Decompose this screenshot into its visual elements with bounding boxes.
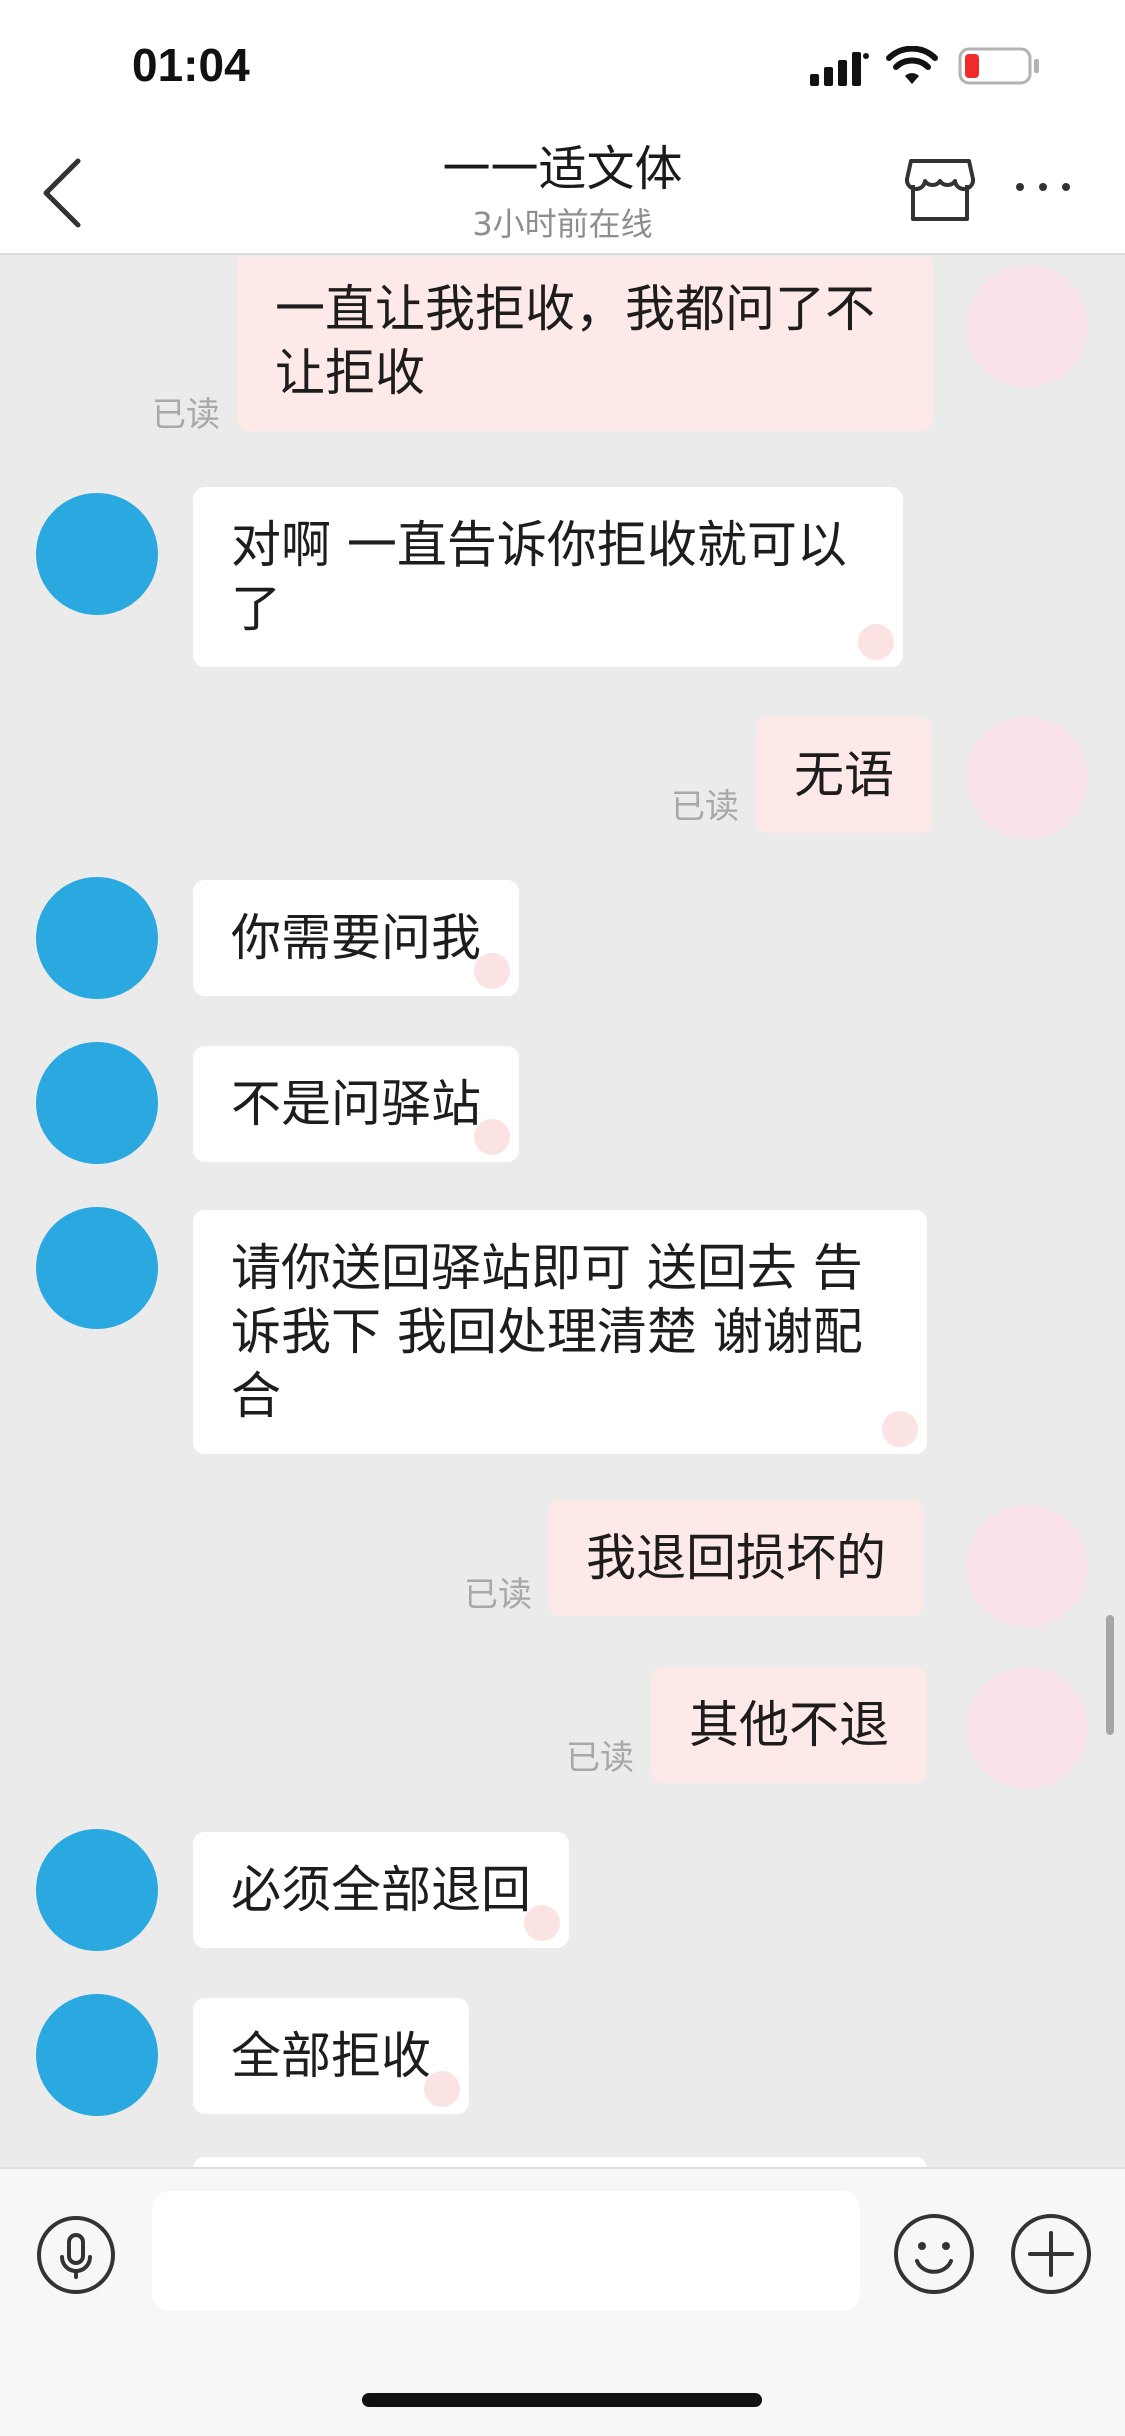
message-text: 你需要问我 [231,909,481,967]
message-bubble-incoming[interactable]: 不是问驿站 [193,1046,519,1162]
status-bar: 01:04 [0,0,1125,125]
message-bubble-incoming[interactable]: 必须全部退回 [193,1832,569,1948]
status-time: 01:04 [132,39,250,91]
seller-avatar[interactable] [36,877,158,999]
message-bubble-incoming[interactable]: 请你送回驿站即可 送回去 告诉我下 我回处理清楚 谢谢配合 [193,1210,927,1454]
pinduoduo-badge-icon [474,953,510,989]
message-bubble-outgoing[interactable]: 其他不退 [651,1667,927,1783]
plus-icon[interactable] [1010,2213,1092,2295]
message-bubble-incoming[interactable]: 对啊 一直告诉你拒收就可以了 [193,487,903,667]
home-indicator[interactable] [362,2393,762,2407]
message-text: 不是问驿站 [231,1075,481,1133]
seller-avatar[interactable] [36,1207,158,1329]
read-receipt: 已读 [464,1575,532,1615]
pinduoduo-badge-icon [882,1411,918,1447]
message-list[interactable]: 一直让我拒收，我都问了不让拒收 已读 对啊 一直告诉你拒收就可以了 无语 已读 … [0,257,1125,2167]
my-avatar[interactable] [966,717,1088,839]
battery-icon [958,47,1039,85]
wifi-icon [886,46,938,84]
message-text: 对啊 一直告诉你拒收就可以了 [231,516,847,638]
message-bubble-outgoing[interactable]: 一直让我拒收，我都问了不让拒收 [237,257,933,431]
message-bubble-incoming[interactable] [193,2157,927,2167]
message-text: 必须全部退回 [231,1861,531,1919]
seller-avatar[interactable] [36,1829,158,1951]
pinduoduo-badge-icon [474,1119,510,1155]
my-avatar[interactable] [966,265,1088,387]
read-receipt: 已读 [152,395,220,435]
seller-avatar[interactable] [36,493,158,615]
message-bubble-incoming[interactable]: 你需要问我 [193,880,519,996]
message-text: 一直让我拒收，我都问了不让拒收 [275,280,875,402]
message-text: 其他不退 [689,1696,889,1754]
message-input[interactable] [152,2191,860,2311]
shop-icon[interactable] [905,157,975,223]
message-text: 全部拒收 [231,2027,431,2085]
pinduoduo-badge-icon [858,624,894,660]
message-text: 我退回损坏的 [586,1529,886,1587]
chat-header: 一一适文体 3小时前在线 [0,125,1125,255]
my-avatar[interactable] [966,1505,1088,1627]
signal-icon [810,52,869,86]
read-receipt: 已读 [671,787,739,827]
seller-avatar[interactable] [36,1994,158,2116]
seller-avatar[interactable] [36,1042,158,1164]
pinduoduo-badge-icon [524,1905,560,1941]
read-receipt: 已读 [566,1738,634,1778]
message-text: 无语 [794,746,894,804]
pinduoduo-badge-icon [424,2071,460,2107]
message-bubble-incoming[interactable]: 全部拒收 [193,1998,469,2114]
my-avatar[interactable] [966,1667,1088,1789]
message-bubble-outgoing[interactable]: 无语 [756,717,932,833]
scrollbar[interactable] [1106,1615,1114,1735]
microphone-icon[interactable] [36,2215,116,2295]
emoji-icon[interactable] [893,2213,975,2295]
message-text: 请你送回驿站即可 送回去 告诉我下 我回处理清楚 谢谢配合 [231,1239,863,1425]
message-bubble-outgoing[interactable]: 我退回损坏的 [548,1500,924,1616]
more-icon[interactable] [1012,179,1074,195]
